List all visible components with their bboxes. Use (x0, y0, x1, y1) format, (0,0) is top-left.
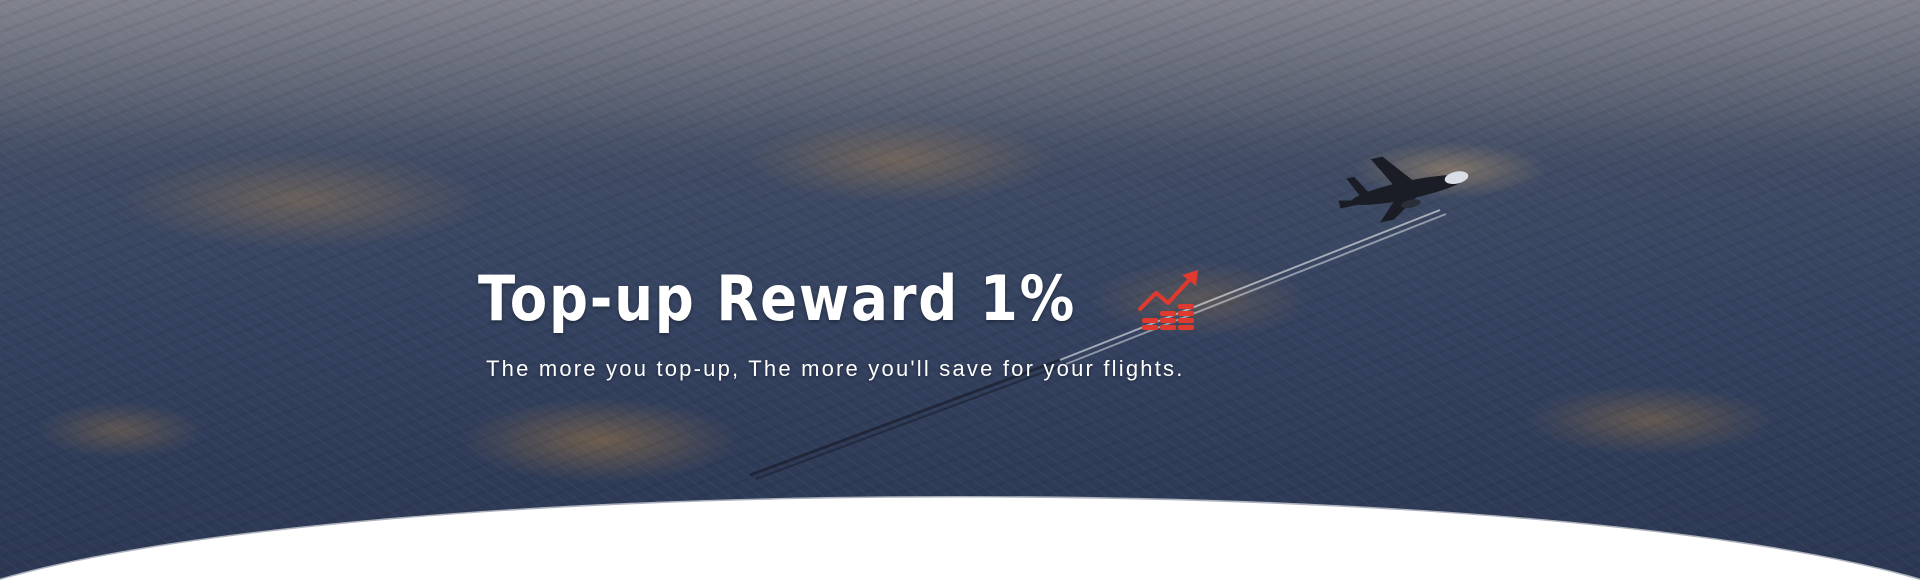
trending-up-coins-icon (1137, 269, 1198, 330)
hero-subtitle: The more you top-up, The more you'll sav… (486, 356, 1185, 381)
headline: Top-up Reward 1% (478, 262, 1208, 335)
bottom-curve (0, 496, 1920, 580)
hero-title: Top-up Reward 1% (478, 262, 1077, 335)
hero-banner: Top-up Reward 1% The more you top-up, Th… (0, 0, 1920, 580)
